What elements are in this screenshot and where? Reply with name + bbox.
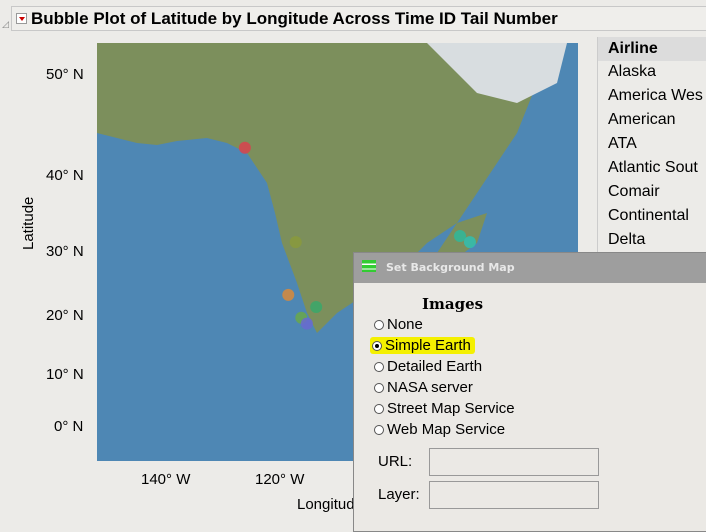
radio-web-map-service[interactable]: Web Map Service (374, 421, 505, 438)
radio-icon[interactable] (374, 382, 384, 393)
option-label: NASA server (387, 379, 473, 396)
bubble[interactable] (310, 301, 323, 314)
legend-item[interactable]: ATA (598, 133, 706, 157)
y-tick: 40° N (46, 167, 84, 184)
bubble[interactable] (463, 236, 476, 249)
report-title: Bubble Plot of Latitude by Longitude Acr… (31, 9, 558, 28)
legend-item[interactable]: Comair (598, 181, 706, 205)
radio-detailed-earth[interactable]: Detailed Earth (374, 358, 482, 375)
url-label: URL: (378, 453, 413, 470)
bubble[interactable] (238, 141, 251, 154)
layer-input[interactable] (429, 481, 599, 509)
report-header: Bubble Plot of Latitude by Longitude Acr… (11, 6, 706, 31)
outline-toggle-icon[interactable]: ◿ (2, 20, 10, 30)
red-triangle-menu-icon[interactable] (16, 13, 27, 24)
radio-selected-icon[interactable] (372, 340, 382, 351)
radio-nasa-server[interactable]: NASA server (374, 379, 473, 396)
radio-icon[interactable] (374, 424, 384, 435)
legend-item[interactable]: American (598, 109, 706, 133)
y-axis-label: Latitude (20, 196, 37, 250)
dialog-title: Set Background Map (386, 261, 515, 274)
radio-simple-earth[interactable]: Simple Earth (370, 337, 475, 354)
legend-item[interactable]: America Wes (598, 85, 706, 109)
bubble[interactable] (300, 317, 313, 330)
option-label: Street Map Service (387, 400, 515, 417)
option-label: Web Map Service (387, 421, 506, 438)
radio-icon[interactable] (374, 361, 384, 372)
radio-icon[interactable] (374, 319, 384, 330)
legend-item[interactable]: Delta (598, 229, 706, 253)
set-background-map-dialog: Set Background Map Images None Simple Ea… (353, 252, 706, 532)
y-tick: 10° N (46, 366, 84, 383)
y-tick: 20° N (46, 307, 84, 324)
radio-icon[interactable] (374, 403, 384, 414)
app-icon (362, 260, 376, 272)
legend-item[interactable]: Continental (598, 205, 706, 229)
dialog-titlebar[interactable]: Set Background Map (354, 253, 706, 283)
layer-label: Layer: (378, 486, 420, 503)
legend-item[interactable]: Atlantic Sout (598, 157, 706, 181)
radio-street-map-service[interactable]: Street Map Service (374, 400, 515, 417)
option-label: Detailed Earth (387, 358, 483, 375)
y-tick: 50° N (46, 66, 84, 83)
option-label: Simple Earth (385, 337, 471, 354)
legend-item[interactable]: Alaska (598, 61, 706, 85)
radio-none[interactable]: None (374, 316, 423, 333)
legend-header: Airline (598, 37, 706, 61)
bubble[interactable] (282, 288, 295, 301)
x-tick: 140° W (141, 471, 191, 488)
url-input[interactable] (429, 448, 599, 476)
option-label: None (387, 316, 423, 333)
y-tick: 0° N (54, 418, 84, 435)
x-tick: 120° W (255, 471, 305, 488)
y-tick: 30° N (46, 243, 84, 260)
images-heading: Images (422, 295, 484, 313)
bubble[interactable] (289, 236, 302, 249)
legend: Airline Alaska America Wes American ATA … (597, 37, 706, 267)
bubble[interactable] (454, 230, 467, 243)
